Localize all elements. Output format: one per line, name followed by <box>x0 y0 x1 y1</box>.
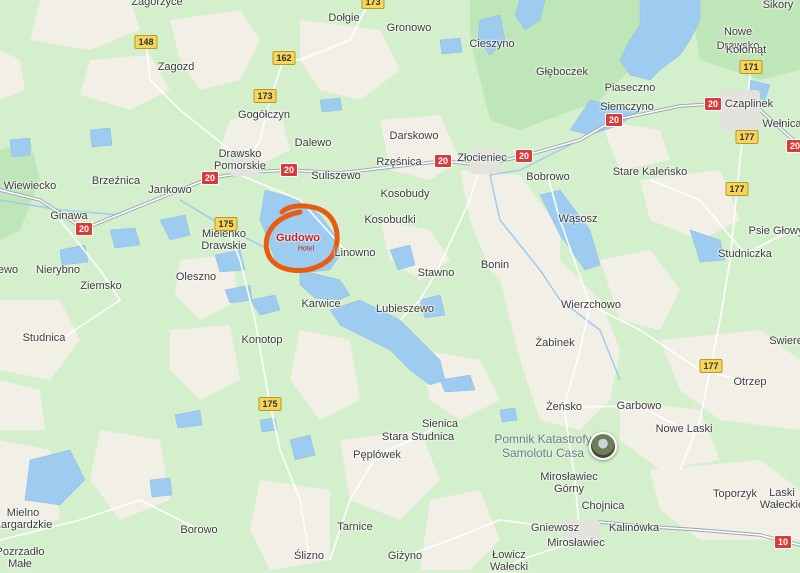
place-label[interactable]: Ślizno <box>294 550 324 562</box>
place-label[interactable]: Nowe <box>724 26 752 38</box>
place-label[interactable]: Głęboczek <box>536 66 588 78</box>
road-shield: 173 <box>253 89 277 103</box>
place-label[interactable]: Mirosławiec Górny <box>540 471 597 495</box>
place-label[interactable]: Mielenko Drawskie <box>201 228 246 252</box>
road-shield: 177 <box>699 359 723 373</box>
place-label[interactable]: Czaplinek <box>725 98 773 110</box>
place-label[interactable]: Chojnica <box>582 500 625 512</box>
place-label[interactable]: Drawsko Pomorskie <box>214 148 266 172</box>
road-shield: 162 <box>272 51 296 65</box>
place-label[interactable]: Oleszno <box>176 271 216 283</box>
place-label[interactable]: Otrzep <box>733 376 766 388</box>
place-label[interactable]: Rzęśnica <box>376 156 421 168</box>
place-label[interactable]: Żeńsko <box>546 401 582 413</box>
place-label[interactable]: Gronowo <box>387 22 432 34</box>
place-label[interactable]: Lubieszewo <box>376 303 434 315</box>
road-shield: 175 <box>258 397 282 411</box>
road-shield: 20 <box>74 222 94 236</box>
place-label[interactable]: Siemczyno <box>600 101 654 113</box>
place-label[interactable]: Garbowo <box>617 400 662 412</box>
place-label[interactable]: Stawno <box>418 267 455 279</box>
place-label[interactable]: Wełnica <box>763 118 800 130</box>
place-label[interactable]: Mielno Kargardzkie <box>0 507 52 531</box>
place-label[interactable]: Dalewo <box>295 137 332 149</box>
road-shield: 20 <box>433 154 453 168</box>
place-label[interactable]: Stare Kaleńsko <box>613 166 688 178</box>
place-label[interactable]: Kosobudy <box>381 188 430 200</box>
place-label[interactable]: Kalinówka <box>609 522 659 534</box>
road-shield: 20 <box>200 171 220 185</box>
place-label[interactable]: Ziemsko <box>80 280 122 292</box>
place-label[interactable]: Nowe Laski <box>656 423 713 435</box>
place-label[interactable]: Żabinek <box>535 337 574 349</box>
place-label[interactable]: Brzeźnica <box>92 175 140 187</box>
road-shield: 20 <box>514 149 534 163</box>
place-label[interactable]: Kołomąt <box>726 44 766 56</box>
place-label[interactable]: Toporzyk <box>713 488 757 500</box>
place-label[interactable]: Złocieniec <box>457 152 507 164</box>
place-label[interactable]: Piaseczno <box>605 82 656 94</box>
place-label[interactable]: Stara Studnica <box>382 431 454 443</box>
place-label[interactable]: Studniczka <box>718 248 772 260</box>
road-shield: 175 <box>214 217 238 231</box>
place-label[interactable]: Sikory <box>763 0 794 11</box>
place-label[interactable]: Wiewiecko <box>4 180 57 192</box>
place-label[interactable]: Giżyno <box>388 550 422 562</box>
road-shield: 20 <box>279 163 299 177</box>
place-label[interactable]: Zagozd <box>158 61 195 73</box>
road-shield: 148 <box>134 35 158 49</box>
place-label[interactable]: Borowo <box>180 524 217 536</box>
road-shield: 173 <box>361 0 385 9</box>
place-label[interactable]: Psie Głowy <box>748 225 800 237</box>
place-label[interactable]: Gogółczyn <box>238 109 290 121</box>
place-label[interactable]: Mirosławiec <box>547 537 604 549</box>
road-shield: 20 <box>785 139 800 153</box>
memorial-label[interactable]: Pomnik Katastrofy Samolotu Casa <box>494 432 591 460</box>
place-label[interactable]: Wierzchowo <box>561 299 621 311</box>
place-label[interactable]: Karwice <box>301 298 340 310</box>
poi-gudowo[interactable]: Gudowo <box>276 232 320 244</box>
place-label[interactable]: Dołgie <box>328 12 359 24</box>
place-label[interactable]: Linowno <box>335 247 376 259</box>
place-label[interactable]: Sienica <box>422 418 458 430</box>
poi-gudowo-sub: Hotel <box>297 245 315 253</box>
road-shield: 20 <box>604 113 624 127</box>
place-label[interactable]: Łowicz Wałecki <box>490 549 528 573</box>
road-shield: 20 <box>703 97 723 111</box>
place-label[interactable]: Zagórzyce <box>131 0 182 8</box>
place-label[interactable]: Laski Wałeckie <box>760 487 800 511</box>
place-label[interactable]: Jankowo <box>148 184 191 196</box>
place-label[interactable]: Pozrzadło Małe <box>0 546 44 570</box>
place-label[interactable]: Pęplówek <box>353 449 401 461</box>
place-label[interactable]: Gniewosz <box>531 522 579 534</box>
place-label[interactable]: Kosobudki <box>364 214 415 226</box>
place-label[interactable]: Konotop <box>242 334 283 346</box>
road-shield: 171 <box>739 60 763 74</box>
place-label[interactable]: Swiere <box>769 335 800 347</box>
place-label[interactable]: Suliszewo <box>311 170 361 182</box>
road-shield: 177 <box>725 182 749 196</box>
place-label[interactable]: Bonin <box>481 259 509 271</box>
place-label[interactable]: Nierybno <box>36 264 80 276</box>
road-shield: 177 <box>735 130 759 144</box>
place-label[interactable]: Wąsosz <box>558 213 597 225</box>
place-label[interactable]: Darskowo <box>390 130 439 142</box>
place-label[interactable]: Ginawa <box>50 210 87 222</box>
road-shield: 10 <box>773 535 793 549</box>
place-label[interactable]: Bobrowo <box>526 171 569 183</box>
place-label[interactable]: Studnica <box>23 332 66 344</box>
place-label[interactable]: ewo <box>0 264 18 276</box>
place-label[interactable]: Cieszyno <box>469 38 514 50</box>
memorial-photo-pin[interactable] <box>589 432 617 460</box>
place-label[interactable]: Tarnice <box>337 521 372 533</box>
